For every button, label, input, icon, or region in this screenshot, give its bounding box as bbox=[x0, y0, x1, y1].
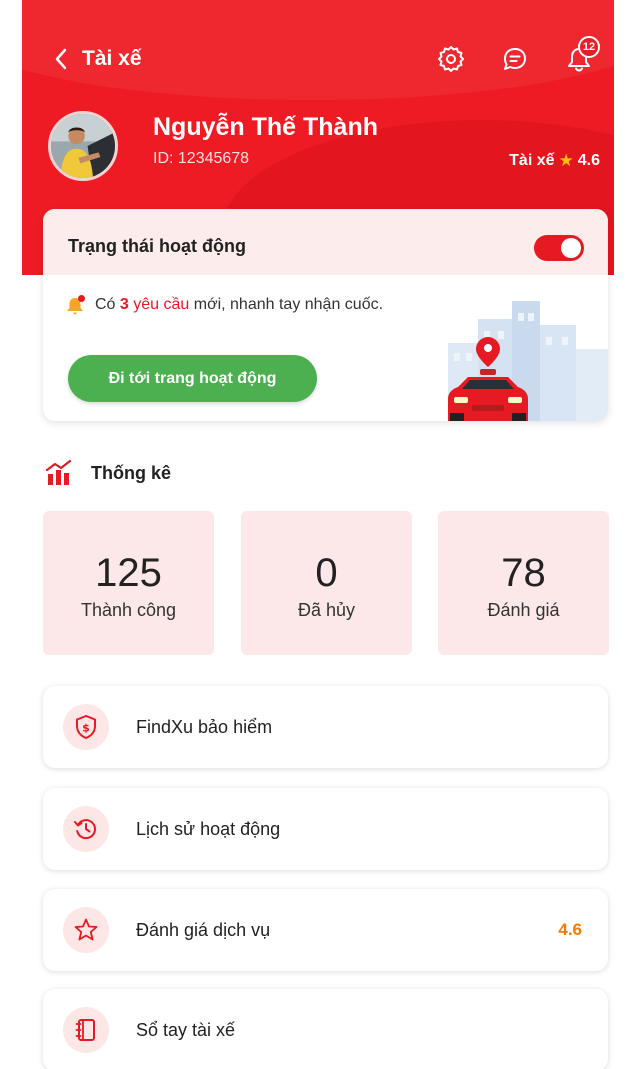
status-card: Trạng thái hoạt động Có 3 yêu cầu mới, n… bbox=[43, 209, 608, 421]
page-title: Tài xế bbox=[82, 47, 142, 70]
settings-gear-icon bbox=[438, 46, 464, 72]
back-chevron-icon bbox=[55, 48, 67, 70]
svg-text:$: $ bbox=[82, 722, 90, 735]
role-label: Tài xế bbox=[509, 152, 555, 169]
status-title: Trạng thái hoạt động bbox=[68, 236, 246, 256]
driver-photo-icon bbox=[51, 114, 115, 178]
stat-label: Đánh giá bbox=[487, 600, 560, 620]
notebook-icon bbox=[75, 1019, 95, 1041]
stats-chart-icon bbox=[45, 460, 72, 485]
chat-bubble-icon bbox=[504, 48, 526, 70]
avatar[interactable] bbox=[48, 111, 118, 181]
stats-title: Thống kê bbox=[91, 462, 171, 483]
star-outline-icon bbox=[74, 918, 98, 941]
role-rating: Tài xế ★ 4.6 bbox=[509, 151, 600, 171]
toggle-knob bbox=[561, 238, 581, 258]
top-bar: Tài xế 12 bbox=[22, 36, 614, 84]
stat-reviews[interactable]: 78 Đánh giá bbox=[438, 511, 609, 655]
stat-success[interactable]: 125 Thành công bbox=[43, 511, 214, 655]
menu-label: Sổ tay tài xế bbox=[136, 1019, 236, 1040]
notice-prefix: Có bbox=[95, 296, 116, 313]
history-clock-icon bbox=[74, 819, 96, 840]
stat-label: Đã hủy bbox=[297, 600, 356, 620]
user-id: ID: 12345678 bbox=[153, 150, 250, 167]
menu-item-driver-handbook[interactable]: Sổ tay tài xế bbox=[43, 989, 608, 1069]
go-to-activity-button[interactable]: Đi tới trang hoạt động bbox=[68, 355, 317, 402]
stat-value: 0 bbox=[315, 551, 338, 595]
menu-label: Đánh giá dịch vụ bbox=[136, 919, 271, 940]
notice-suffix: mới, nhanh tay nhận cuốc. bbox=[193, 296, 384, 313]
status-header: Trạng thái hoạt động bbox=[43, 209, 608, 275]
user-name: Nguyễn Thế Thành bbox=[153, 113, 378, 141]
bell-alert-icon bbox=[67, 295, 85, 315]
notifications-button[interactable]: 12 bbox=[560, 36, 600, 78]
notification-badge: 12 bbox=[578, 36, 600, 58]
stat-value: 125 bbox=[95, 551, 162, 595]
menu-label: FindXu bảo hiểm bbox=[136, 716, 273, 737]
star-icon: ★ bbox=[558, 151, 574, 170]
status-toggle[interactable] bbox=[534, 235, 584, 261]
stat-cancelled[interactable]: 0 Đã hủy bbox=[241, 511, 412, 655]
menu-item-insurance[interactable]: $ FindXu bảo hiểm bbox=[43, 686, 608, 768]
menu-value: 4.6 bbox=[558, 920, 582, 939]
stat-label: Thành công bbox=[80, 600, 177, 620]
notice-count: 3 bbox=[119, 296, 129, 313]
chat-button[interactable] bbox=[496, 40, 534, 78]
stats-section-title: Thống kê bbox=[45, 460, 171, 486]
taxi-city-illustration bbox=[448, 301, 608, 421]
menu-item-history[interactable]: Lịch sử hoạt động bbox=[43, 788, 608, 870]
stat-value: 78 bbox=[501, 551, 546, 595]
menu-label: Lịch sử hoạt động bbox=[136, 818, 281, 839]
menu-item-service-rating[interactable]: Đánh giá dịch vụ 4.6 bbox=[43, 889, 608, 971]
request-notice: Có 3 yêu cầu mới, nhanh tay nhận cuốc. bbox=[65, 294, 383, 316]
back-button[interactable] bbox=[46, 44, 76, 74]
notice-highlight: yêu cầu bbox=[133, 296, 190, 313]
shield-dollar-icon: $ bbox=[76, 715, 96, 739]
settings-button[interactable] bbox=[432, 40, 470, 78]
rating-value: 4.6 bbox=[577, 152, 600, 169]
